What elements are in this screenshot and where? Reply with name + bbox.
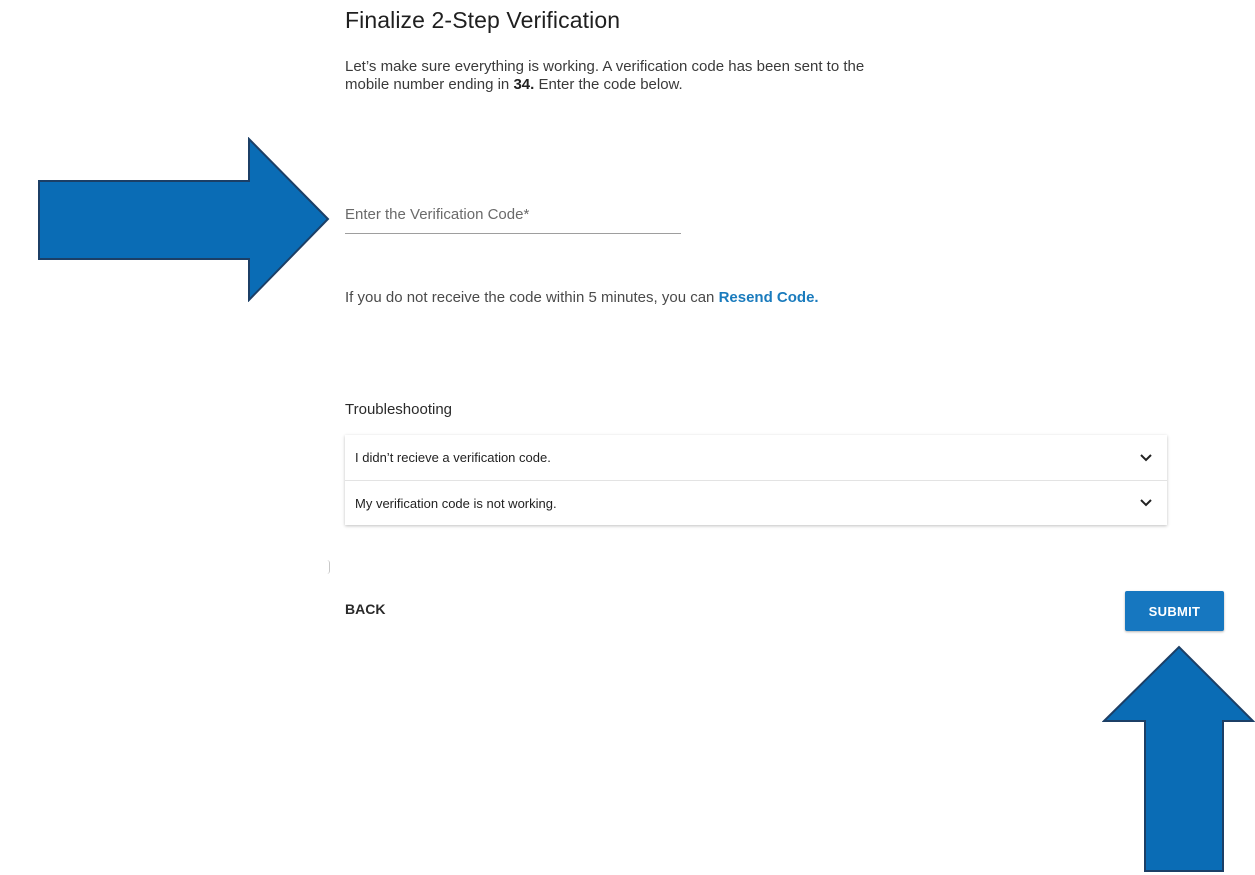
resend-code-link[interactable]: Resend Code. bbox=[719, 289, 819, 306]
verification-code-input[interactable] bbox=[345, 196, 681, 234]
page-title: Finalize 2-Step Verification bbox=[345, 7, 621, 33]
accordion-item-label: My verification code is not working. bbox=[355, 495, 557, 511]
accordion-item-code-not-working[interactable]: My verification code is not working. bbox=[345, 480, 1167, 525]
chevron-down-icon bbox=[1139, 496, 1153, 510]
mobile-number-suffix: 34. bbox=[513, 76, 535, 93]
divider-mark bbox=[327, 560, 330, 574]
accordion-item-no-code[interactable]: I didn’t recieve a verification code. bbox=[345, 435, 1167, 480]
submit-button[interactable]: SUBMIT bbox=[1125, 591, 1224, 631]
troubleshooting-heading: Troubleshooting bbox=[345, 401, 453, 418]
troubleshooting-accordion: I didn’t recieve a verification code. My… bbox=[345, 435, 1167, 525]
resend-line: If you do not receive the code within 5 … bbox=[345, 289, 819, 306]
accordion-item-label: I didn’t recieve a verification code. bbox=[355, 450, 551, 465]
arrow-right-icon bbox=[38, 137, 330, 302]
back-button[interactable]: BACK bbox=[345, 601, 385, 617]
chevron-down-icon bbox=[1139, 451, 1153, 465]
intro-text-after: Enter the code below. bbox=[534, 76, 683, 93]
resend-text: If you do not receive the code within 5 … bbox=[345, 289, 719, 306]
intro-text: Let’s make sure everything is working. A… bbox=[345, 58, 905, 94]
arrow-up-icon bbox=[1102, 645, 1255, 872]
